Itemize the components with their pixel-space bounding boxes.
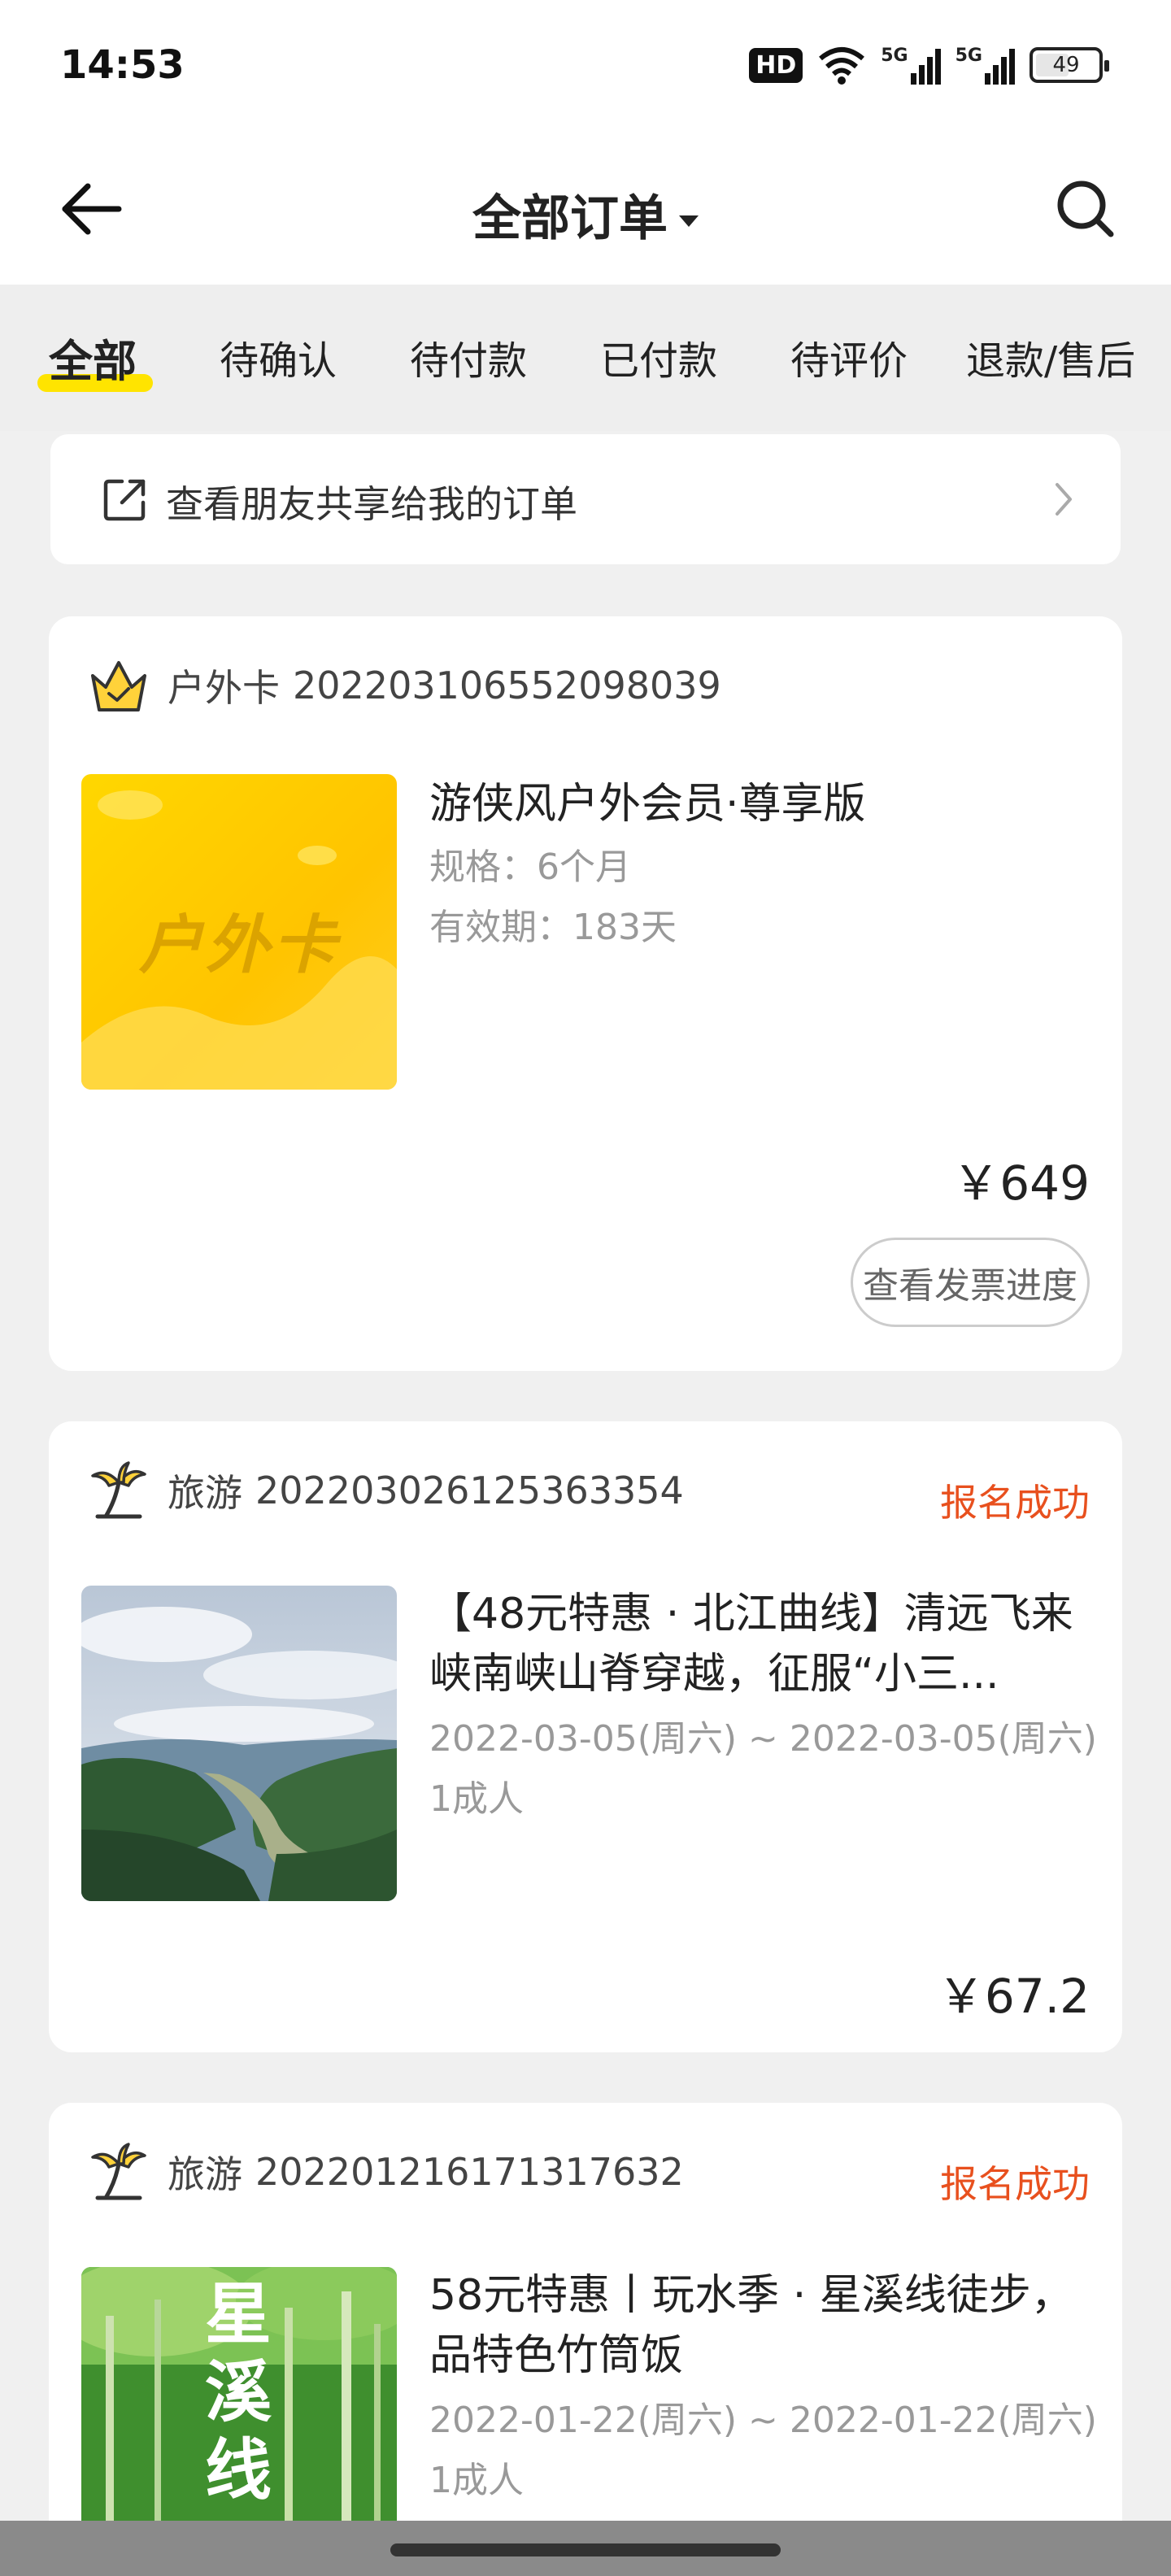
hd-icon: HD — [749, 47, 803, 83]
order-tabs: 全部 待确认 待付款 已付款 待评价 退款/售后 — [0, 285, 1171, 431]
product-thumbnail[interactable] — [81, 1586, 397, 1901]
signal-icon-1: 5G — [881, 46, 941, 85]
thumb-text: 户外卡 — [138, 909, 339, 982]
order-card[interactable]: 旅游 202201216171317632 报名成功 星溪线 58元特惠丨玩水季… — [49, 2103, 1122, 2576]
order-status: 报名成功 — [940, 2162, 1090, 2206]
order-header: 旅游 202203026125363354 — [86, 1461, 684, 1519]
crown-icon — [91, 661, 146, 711]
gesture-bar — [0, 2521, 1171, 2576]
status-icons: HD 5G 5G 49 — [749, 42, 1109, 88]
product-validity: 有效期：183天 — [429, 907, 677, 948]
tab-paid[interactable]: 已付款 — [600, 329, 717, 385]
tab-to-review[interactable]: 待评价 — [790, 329, 908, 385]
trip-dates: 2022-03-05(周六) ~ 2022-03-05(周六) — [429, 1718, 1097, 1760]
status-bar: 14:53 HD 5G 5G 49 — [0, 0, 1171, 122]
order-card[interactable]: 旅游 202203026125363354 报名成功 【48元特惠 · 北江曲线… — [49, 1421, 1122, 2052]
landscape-photo — [81, 1586, 397, 1901]
product-title: 【48元特惠 · 北江曲线】清远飞来峡南峡山脊穿越，征服“小三... — [429, 1590, 1073, 1699]
trip-travelers: 1成人 — [429, 2460, 524, 2501]
shared-orders-label: 查看朋友共享给我的订单 — [166, 482, 577, 526]
header: 全部订单 — [0, 122, 1171, 285]
order-category: 旅游 — [168, 1471, 242, 1515]
search-button[interactable] — [1049, 172, 1122, 246]
trip-dates: 2022-01-22(周六) ~ 2022-01-22(周六) — [429, 2400, 1097, 2441]
product-thumbnail[interactable]: 户外卡 — [81, 774, 397, 1090]
order-price: ￥67.2 — [937, 1969, 1090, 2024]
page-title[interactable]: 全部订单 — [0, 179, 1171, 250]
product-title: 游侠风户外会员·尊享版 — [429, 780, 866, 829]
order-price: ￥649 — [952, 1155, 1090, 1211]
order-number: 202203026125363354 — [255, 1469, 684, 1512]
order-status: 报名成功 — [940, 1481, 1090, 1525]
tab-refund[interactable]: 退款/售后 — [966, 329, 1135, 385]
order-header: 户外卡 202203106552098039 — [86, 657, 721, 714]
palm-tree-icon — [91, 2143, 146, 2200]
tab-to-confirm[interactable]: 待确认 — [220, 329, 337, 385]
order-card[interactable]: 户外卡 202203106552098039 户外卡 游侠风户外会员·尊享版 规… — [49, 616, 1122, 1371]
product-spec: 规格：6个月 — [429, 846, 631, 888]
view-invoice-button[interactable]: 查看发票进度 — [851, 1238, 1090, 1327]
page-title-text: 全部订单 — [472, 190, 668, 247]
palm-tree-icon — [91, 1461, 146, 1519]
share-external-icon — [103, 479, 146, 521]
wifi-icon — [819, 47, 865, 85]
status-time: 14:53 — [60, 42, 185, 88]
caret-down-icon — [679, 215, 699, 228]
order-category: 旅游 — [168, 2152, 242, 2196]
order-number: 202201216171317632 — [255, 2150, 684, 2194]
shared-orders-banner[interactable]: 查看朋友共享给我的订单 — [50, 434, 1121, 564]
order-category: 户外卡 — [168, 666, 280, 710]
chevron-right-icon — [1056, 483, 1072, 516]
order-number: 202203106552098039 — [293, 664, 721, 707]
product-thumbnail[interactable]: 星溪线 — [81, 2267, 397, 2527]
tab-to-pay[interactable]: 待付款 — [410, 329, 527, 385]
tab-all[interactable]: 全部 — [49, 325, 137, 389]
battery-icon: 49 — [1030, 47, 1109, 83]
order-header: 旅游 202201216171317632 — [86, 2143, 684, 2200]
signal-icon-2: 5G — [956, 46, 1015, 85]
search-icon — [1057, 181, 1114, 237]
home-indicator[interactable] — [390, 2543, 781, 2556]
product-title: 58元特惠丨玩水季 · 星溪线徒步，品特色竹筒饭 — [429, 2271, 1073, 2380]
trip-travelers: 1成人 — [429, 1778, 524, 1820]
thumb-text: 星溪线 — [204, 2275, 272, 2509]
